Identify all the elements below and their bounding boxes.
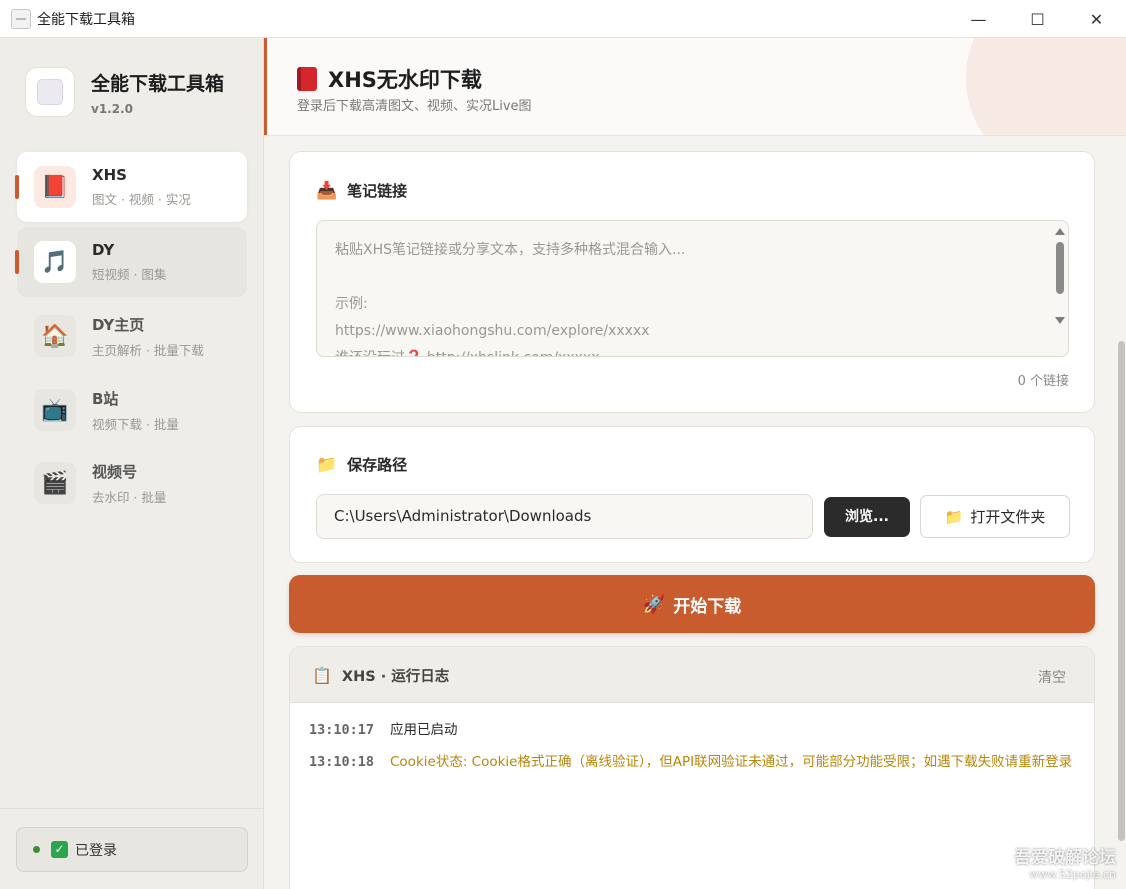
check-icon: ✓ bbox=[51, 841, 68, 858]
brand: 全能下载工具箱 v1.2.0 bbox=[25, 67, 224, 117]
sidebar-item-sub: 图文 · 视频 · 实况 bbox=[92, 192, 191, 207]
log-message: Cookie状态: Cookie格式正确（离线验证），但API联网验证未通过，可… bbox=[390, 754, 1073, 770]
sidebar-item-1[interactable]: 🎵 DY 短视频 · 图集 bbox=[15, 227, 247, 297]
login-status-text: 已登录 bbox=[75, 842, 117, 859]
sidebar-footer: ✓ 已登录 bbox=[0, 808, 264, 889]
sidebar-item-3[interactable]: 📺 B站视频下载 · 批量 bbox=[17, 375, 247, 445]
path-card: 📁 保存路径 C:\Users\Administrator\Downloads … bbox=[289, 426, 1095, 563]
app-logo bbox=[25, 67, 75, 117]
sidebar-item-label: XHS bbox=[92, 166, 127, 184]
active-marker bbox=[15, 175, 19, 199]
path-card-title: 📁 保存路径 bbox=[316, 454, 408, 475]
maximize-button[interactable]: ☐ bbox=[1008, 0, 1067, 38]
page-subtitle: 登录后下载高清图文、视频、实况Live图 bbox=[297, 99, 532, 114]
sidebar: 全能下载工具箱 v1.2.0 📕 XHS 图文 · 视频 · 实况 🎵 DY 短视频 · … bbox=[0, 38, 264, 889]
placeholder-line: 示例: bbox=[335, 296, 368, 312]
red-book-icon: 📕 bbox=[34, 166, 76, 208]
brand-name: 全能下载工具箱 bbox=[91, 72, 225, 95]
sidebar-item-sub: 去水印 · 批量 bbox=[92, 489, 167, 505]
link-count: 0 个链接 bbox=[1017, 374, 1069, 389]
placeholder-line: 粘贴XHS笔记链接或分享文本，支持多种格式混合输入... bbox=[335, 242, 686, 258]
sidebar-item-sub: 视频下载 · 批量 bbox=[92, 416, 179, 432]
placeholder-line: 谁还没玩过❓ http://xhslink.com/xxxxx bbox=[335, 345, 1050, 356]
log-entry: 13:10:18 Cookie状态: Cookie格式正确（离线验证），但API联… bbox=[309, 749, 1079, 775]
rocket-icon: 🚀 bbox=[642, 593, 666, 615]
sidebar-item-label: B站 bbox=[92, 389, 119, 408]
log-title: 📋 XHS · 运行日志 bbox=[312, 666, 450, 685]
log-timestamp: 13:10:17 bbox=[309, 722, 375, 738]
main-scrollbar[interactable] bbox=[1116, 136, 1126, 889]
folder-icon: 📁 bbox=[316, 454, 338, 475]
link-card: 📥 笔记链接 粘贴XHS笔记链接或分享文本，支持多种格式混合输入... 示例: … bbox=[289, 151, 1095, 413]
sidebar-item-label: 视频号 bbox=[92, 462, 138, 481]
save-path-input[interactable]: C:\Users\Administrator\Downloads bbox=[316, 494, 813, 539]
log-message: 应用已启动 bbox=[390, 722, 458, 738]
open-folder-button[interactable]: 📁 打开文件夹 bbox=[920, 495, 1070, 538]
start-download-button[interactable]: 🚀 开始下载 bbox=[289, 575, 1095, 633]
page-title: XHS无水印下载 bbox=[297, 64, 482, 94]
status-dot-icon bbox=[33, 846, 40, 853]
log-panel: 📋 XHS · 运行日志 清空 13:10:17 应用已启动 13:10:18 Coo… bbox=[289, 646, 1095, 889]
browse-button[interactable]: 浏览... bbox=[824, 497, 910, 537]
close-button[interactable]: ✕ bbox=[1067, 0, 1126, 38]
clapperboard-icon: 🎬 bbox=[34, 462, 76, 504]
version-label: v1.2.0 bbox=[91, 101, 133, 116]
watermark: 吾爱破解论坛 www.52pojie.cn bbox=[1014, 848, 1116, 881]
sidebar-item-2[interactable]: 🏠 DY主页主页解析 · 批量下载 bbox=[17, 301, 247, 371]
page-header: XHS无水印下载 登录后下载高清图文、视频、实况Live图 bbox=[264, 38, 1126, 136]
scroll-down-icon[interactable] bbox=[1055, 317, 1065, 324]
login-status[interactable]: ✓ 已登录 bbox=[16, 827, 248, 872]
link-textarea[interactable]: 粘贴XHS笔记链接或分享文本，支持多种格式混合输入... 示例: https:/… bbox=[316, 220, 1069, 357]
scroll-thumb[interactable] bbox=[1056, 242, 1064, 294]
sidebar-item-0[interactable]: 📕 XHS 图文 · 视频 · 实况 bbox=[15, 152, 247, 222]
window-titlebar: 全能下载工具箱 — ☐ ✕ bbox=[0, 0, 1126, 38]
placeholder-line: https://www.xiaohongshu.com/explore/xxxx… bbox=[335, 323, 650, 339]
inbox-tray-icon: 📥 bbox=[316, 180, 338, 201]
active-marker bbox=[15, 250, 19, 274]
minimize-button[interactable]: — bbox=[949, 0, 1008, 38]
log-entry: 13:10:17 应用已启动 bbox=[309, 717, 1079, 743]
log-timestamp: 13:10:18 bbox=[309, 754, 375, 770]
main-scroll-thumb[interactable] bbox=[1118, 341, 1125, 841]
clear-log-button[interactable]: 清空 bbox=[1038, 667, 1066, 687]
red-book-icon bbox=[297, 67, 317, 91]
sidebar-item-label: DY主页 bbox=[92, 315, 145, 334]
sidebar-item-4[interactable]: 🎬 视频号去水印 · 批量 bbox=[17, 448, 247, 518]
main-content: 📥 笔记链接 粘贴XHS笔记链接或分享文本，支持多种格式混合输入... 示例: … bbox=[264, 136, 1126, 889]
header-accent bbox=[264, 38, 267, 135]
textarea-scrollbar[interactable] bbox=[1054, 225, 1066, 353]
app-icon bbox=[11, 8, 31, 29]
sidebar-item-label: DY bbox=[92, 241, 115, 259]
scroll-up-icon[interactable] bbox=[1055, 228, 1065, 235]
television-icon: 📺 bbox=[34, 389, 76, 431]
sidebar-item-sub: 主页解析 · 批量下载 bbox=[92, 342, 204, 358]
window-title: 全能下载工具箱 bbox=[37, 11, 135, 28]
sidebar-item-sub: 短视频 · 图集 bbox=[92, 267, 167, 282]
folder-icon: 📁 bbox=[944, 507, 964, 526]
log-body: 13:10:17 应用已启动 13:10:18 Cookie状态: Cookie格式正… bbox=[309, 717, 1079, 781]
music-note-icon: 🎵 bbox=[34, 241, 76, 283]
link-card-title: 📥 笔记链接 bbox=[316, 180, 408, 201]
house-icon: 🏠 bbox=[34, 315, 76, 357]
window-controls: — ☐ ✕ bbox=[949, 0, 1126, 38]
clipboard-icon: 📋 bbox=[312, 666, 332, 685]
log-header: 📋 XHS · 运行日志 清空 bbox=[290, 647, 1094, 703]
header-decoration bbox=[966, 38, 1126, 135]
